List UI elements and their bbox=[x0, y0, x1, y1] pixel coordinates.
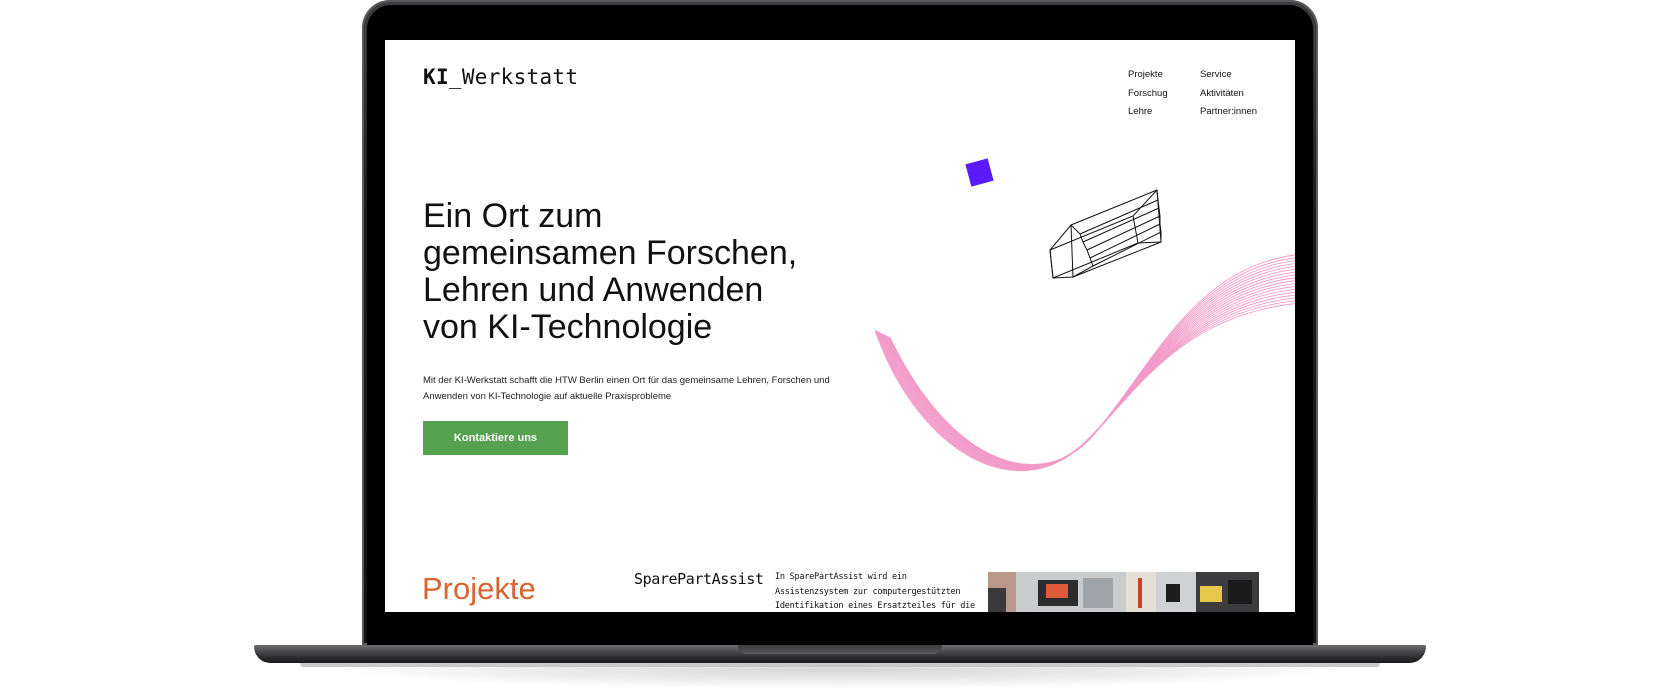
nav-link-aktivitaeten[interactable]: Aktivitäten bbox=[1200, 85, 1257, 104]
nav-link-partnerinnen[interactable]: Partner:innen bbox=[1200, 103, 1257, 122]
projects-section-title: Projekte bbox=[422, 571, 536, 606]
hero-title-line: Ein Ort zum bbox=[423, 197, 603, 235]
project-title[interactable]: SparePartAssist bbox=[634, 570, 764, 588]
project-description: In SparePartAssist wird ein Assistenzsys… bbox=[775, 572, 975, 611]
site-logo[interactable]: KI_Werkstatt bbox=[423, 65, 578, 89]
logo-prefix: KI bbox=[423, 65, 449, 89]
contact-button[interactable]: Kontaktiere uns bbox=[423, 421, 568, 455]
logo-suffix: _Werkstatt bbox=[448, 65, 579, 89]
hero-illustration bbox=[875, 158, 1295, 472]
pink-wave-shape bbox=[875, 254, 1295, 472]
laptop-hinge-notch bbox=[738, 645, 942, 654]
hero-title-line: Lehren und Anwenden bbox=[423, 271, 764, 309]
hero-title-line: gemeinsamen Forschen, bbox=[423, 234, 798, 272]
nav-link-lehre[interactable]: Lehre bbox=[1128, 103, 1168, 122]
laptop-screen: KI_Werkstatt Projekte Forschug Lehre Ser… bbox=[385, 40, 1295, 612]
laptop-base-edge bbox=[300, 663, 1380, 667]
nav-link-forschung[interactable]: Forschug bbox=[1128, 85, 1168, 104]
project-thumbnail-image[interactable] bbox=[988, 572, 1259, 612]
hero-description: Mit der KI-Werkstatt schafft die HTW Ber… bbox=[423, 375, 830, 402]
main-nav-col-1: Projekte Forschug Lehre bbox=[1128, 66, 1168, 122]
purple-square-shape bbox=[965, 158, 994, 187]
hero-title: Ein Ort zum gemeinsamen Forschen, Lehren… bbox=[423, 198, 863, 346]
nav-link-service[interactable]: Service bbox=[1200, 66, 1257, 85]
wireframe-box-shape bbox=[1049, 189, 1162, 279]
nav-link-projekte[interactable]: Projekte bbox=[1128, 66, 1168, 85]
hero-title-line: von KI-Technologie bbox=[423, 308, 713, 346]
main-nav-col-2: Service Aktivitäten Partner:innen bbox=[1200, 66, 1257, 122]
